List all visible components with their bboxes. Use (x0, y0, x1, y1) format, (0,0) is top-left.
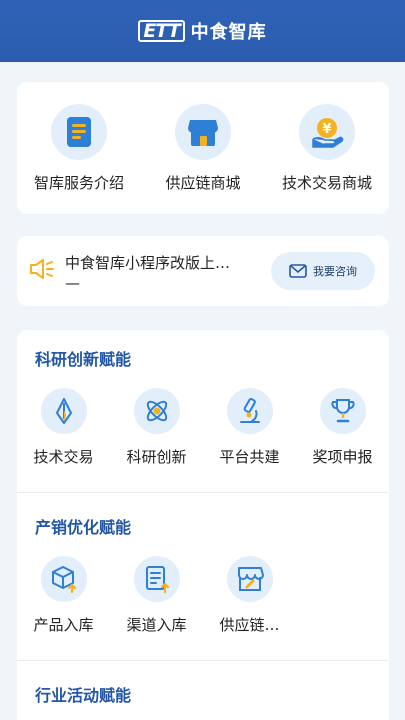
app-header: ETT 中食智库 (0, 0, 405, 62)
divider (17, 492, 389, 493)
store-link-icon (226, 556, 273, 602)
empowerment-card: 科研创新赋能 技术交易 科研创新 平台共建 奖项申报 产销优化赋能 产品入库 渠… (17, 330, 389, 720)
megaphone-icon (29, 259, 55, 283)
divider (17, 660, 389, 661)
notice-line-1: 中食智库小程序改版上… (65, 254, 231, 272)
list-upload-icon (133, 556, 180, 602)
tech-trade-mall-label: 技术交易商城 (281, 174, 372, 192)
atom-icon (133, 388, 180, 434)
app-title: 中食智库 (190, 22, 267, 43)
section-title-industry-events: 行业活动赋能 (35, 686, 132, 705)
yuan-hand-icon: ¥ (299, 104, 355, 160)
supply-chain-mall-button[interactable]: 供应链商城 (143, 104, 263, 214)
grid-label: 供应链… (219, 616, 280, 634)
grid-item-award-apply[interactable]: 奖项申报 (296, 388, 389, 467)
grid-item-channel-entry[interactable]: 渠道入库 (110, 556, 203, 635)
consult-button[interactable]: 我要咨询 (271, 252, 375, 290)
top-services-card: 智库服务介绍 供应链商城 ¥ 技术交易商城 (17, 82, 389, 214)
notice-text[interactable]: 中食智库小程序改版上… — (65, 251, 245, 291)
svg-text:¥: ¥ (322, 122, 331, 137)
microscope-icon (226, 388, 273, 434)
service-intro-button[interactable]: 智库服务介绍 (19, 104, 139, 214)
grid-item-tech-trade[interactable]: 技术交易 (17, 388, 110, 467)
grid-item-platform-build[interactable]: 平台共建 (203, 388, 296, 467)
grid-item-supply-chain[interactable]: 供应链… (203, 556, 296, 635)
research-grid: 技术交易 科研创新 平台共建 奖项申报 (17, 388, 389, 478)
consult-label: 我要咨询 (313, 265, 357, 278)
grid-item-research-innovation[interactable]: 科研创新 (110, 388, 203, 467)
section-title-production: 产销优化赋能 (35, 518, 132, 537)
grid-label: 技术交易 (33, 448, 94, 466)
brand-logo: ETT (138, 20, 185, 42)
tech-trade-mall-button[interactable]: ¥ 技术交易商城 (267, 104, 387, 214)
service-intro-label: 智库服务介绍 (33, 174, 124, 192)
grid-label: 科研创新 (126, 448, 187, 466)
grid-label: 产品入库 (33, 616, 94, 634)
notice-card: 中食智库小程序改版上… — 我要咨询 (17, 236, 389, 306)
production-grid: 产品入库 渠道入库 供应链… (17, 556, 389, 646)
supply-chain-mall-label: 供应链商城 (165, 174, 241, 192)
grid-label: 平台共建 (219, 448, 280, 466)
section-title-research: 科研创新赋能 (35, 350, 132, 369)
grid-label: 渠道入库 (126, 616, 187, 634)
grid-item-product-entry[interactable]: 产品入库 (17, 556, 110, 635)
mail-icon (289, 264, 307, 278)
store-icon (175, 104, 231, 160)
box-upload-icon (40, 556, 87, 602)
pen-nib-icon (40, 388, 87, 434)
grid-label: 奖项申报 (312, 448, 373, 466)
notice-line-2: — (65, 274, 80, 291)
document-icon (51, 104, 107, 160)
trophy-icon (319, 388, 366, 434)
